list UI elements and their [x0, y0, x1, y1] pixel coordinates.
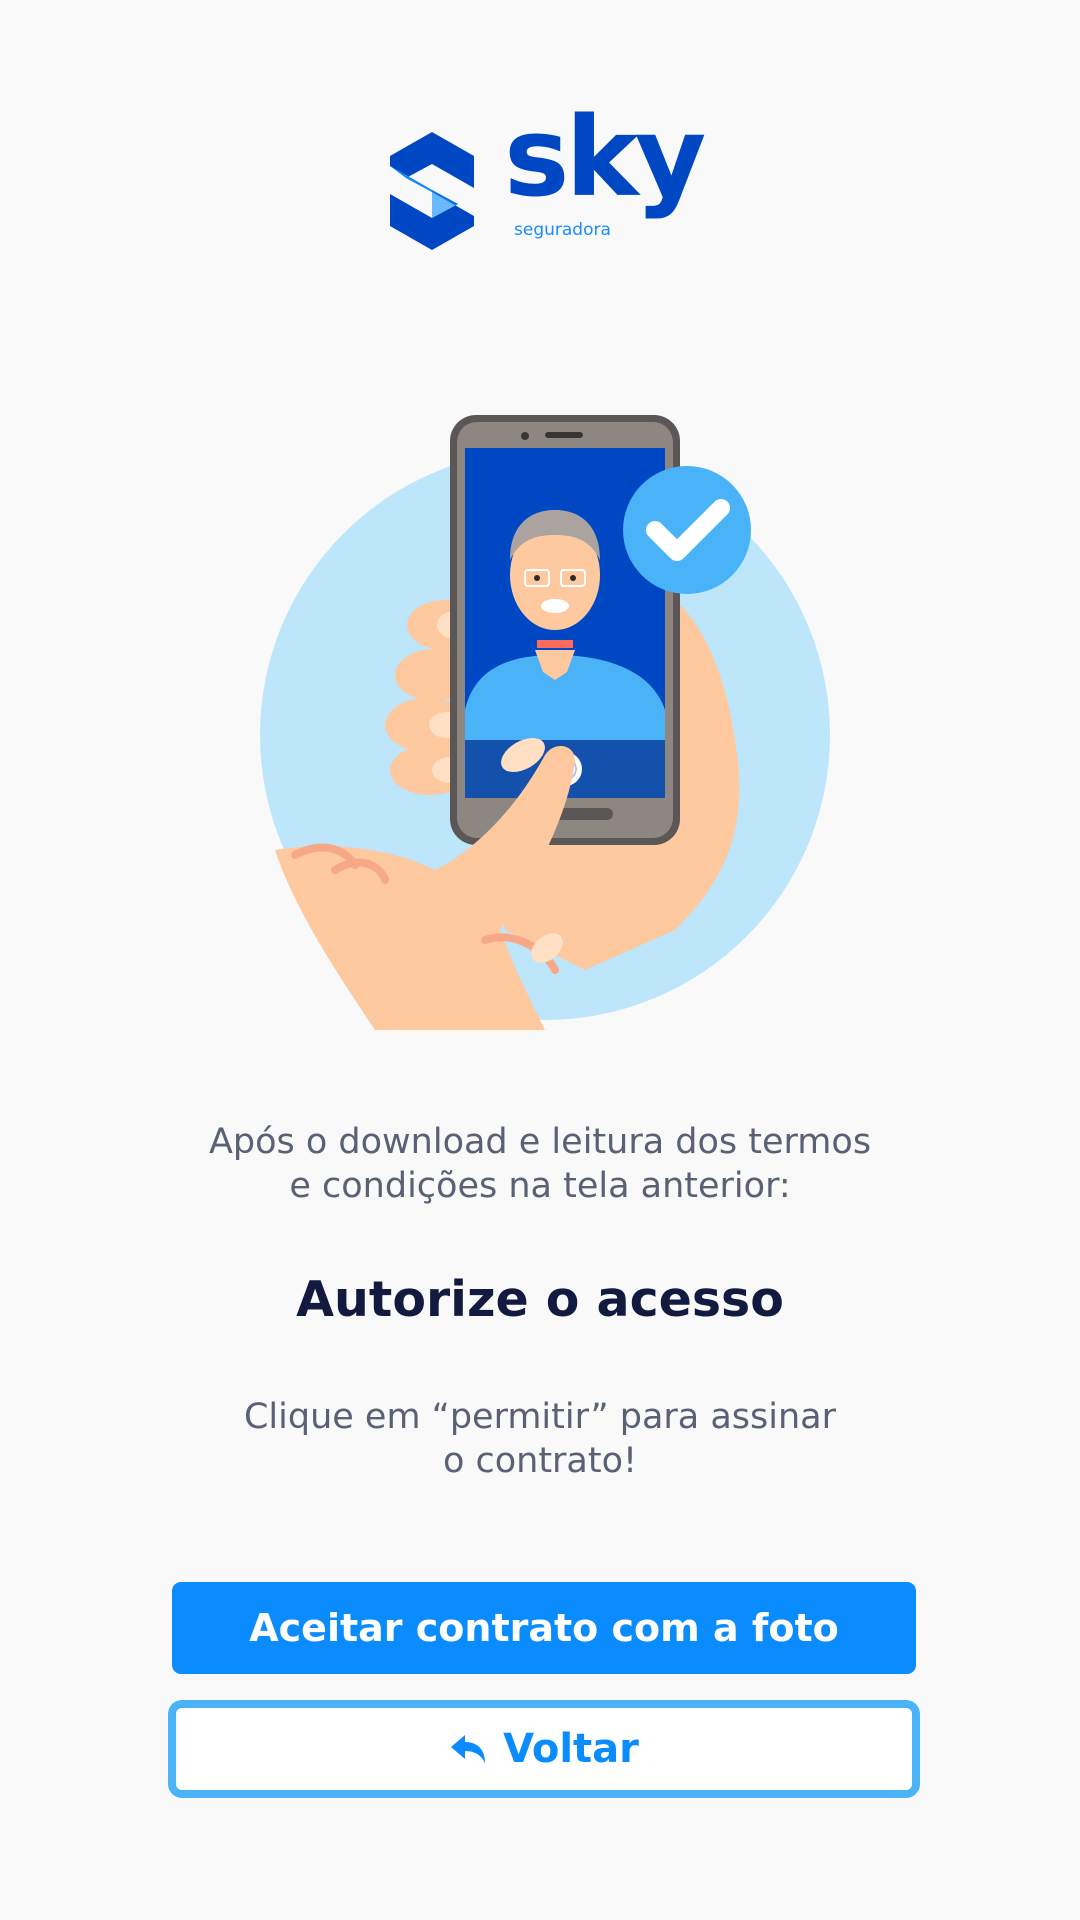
brand-logo: sky seguradora — [386, 102, 706, 255]
back-button[interactable]: Voltar — [168, 1700, 920, 1798]
instruction-text: Clique em “permitir” para assinar o cont… — [0, 1395, 1080, 1483]
instruction-line-2: o contrato! — [442, 1441, 638, 1481]
sky-logo-icon — [390, 132, 474, 250]
phone-selfie-check-illustration — [260, 415, 830, 1030]
brand-name: sky — [504, 93, 706, 221]
accept-contract-button[interactable]: Aceitar contrato com a foto — [172, 1582, 916, 1674]
brand-subtitle: seguradora — [514, 220, 611, 240]
reply-arrow-icon — [451, 1735, 486, 1763]
intro-line-2: e condições na tela anterior: — [289, 1166, 791, 1206]
back-label: Voltar — [503, 1726, 639, 1772]
accept-contract-label: Aceitar contrato com a foto — [249, 1606, 839, 1650]
page-title: Autorize o acesso — [296, 1271, 784, 1328]
instruction-line-1: Clique em “permitir” para assinar — [243, 1397, 837, 1437]
intro-text: Após o download e leitura dos termos e c… — [0, 1120, 1080, 1208]
intro-line-1: Após o download e leitura dos termos — [208, 1122, 872, 1162]
